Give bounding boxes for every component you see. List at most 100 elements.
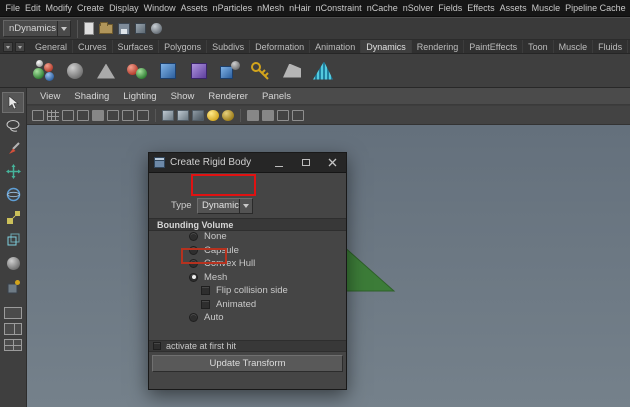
shelf-tab-surfaces[interactable]: Surfaces [113, 40, 160, 53]
panel-menu-shading[interactable]: Shading [67, 91, 116, 102]
film-gate-icon[interactable] [62, 109, 74, 121]
menu-set-dropdown[interactable]: nDynamics [3, 20, 71, 37]
soft-wedge-icon[interactable] [94, 59, 118, 83]
dialog-titlebar[interactable]: Create Rigid Body [149, 153, 346, 173]
panel-menu-panels[interactable]: Panels [255, 91, 298, 102]
select-tool-icon[interactable] [2, 92, 24, 113]
xray-icon[interactable] [277, 109, 289, 121]
checkbox-option-flip-collision-side[interactable]: Flip collision side [149, 284, 346, 298]
shelf-tab-curves[interactable]: Curves [73, 40, 113, 53]
single-pane-layout-icon[interactable] [4, 307, 22, 319]
menu-window[interactable]: Window [141, 3, 178, 13]
animated-checkbox[interactable] [201, 299, 210, 309]
type-dropdown[interactable]: Dynamic [197, 198, 253, 214]
minimize-button[interactable] [265, 153, 292, 173]
shelf-tab-rendering[interactable]: Rendering [412, 40, 465, 53]
open-scene-icon[interactable] [99, 21, 113, 34]
chevron-down-icon[interactable] [239, 199, 252, 213]
new-scene-icon[interactable] [84, 22, 94, 35]
paint-select-tool-icon[interactable] [2, 138, 24, 159]
safe-action-icon[interactable] [122, 109, 134, 121]
select-camera-icon[interactable] [32, 109, 44, 121]
activate-at-first-hit-checkbox[interactable] [153, 342, 161, 350]
shelf-tab-muscle[interactable]: Muscle [554, 40, 594, 53]
show-manipulator-icon[interactable] [2, 276, 24, 297]
selection-sphere-icon[interactable] [151, 23, 162, 34]
lasso-tool-icon[interactable] [2, 115, 24, 136]
save-scene-icon[interactable] [118, 22, 130, 35]
grid-icon[interactable] [47, 109, 59, 121]
panel-menu-view[interactable]: View [33, 91, 67, 102]
soft-mod-tool-icon[interactable] [2, 253, 24, 274]
panel-menu-show[interactable]: Show [164, 91, 202, 102]
shaded-icon[interactable] [177, 109, 189, 121]
shadows-icon[interactable] [222, 109, 234, 121]
menu-nhair[interactable]: nHair [287, 3, 314, 13]
chevron-down-icon[interactable] [57, 21, 70, 36]
menu-file[interactable]: File [3, 3, 23, 13]
two-pane-layout-icon[interactable] [4, 323, 22, 335]
colored-spheres-icon[interactable] [32, 59, 56, 83]
gray-prism-icon[interactable] [280, 59, 304, 83]
shelf-tab-polygons[interactable]: Polygons [159, 40, 208, 53]
shelf-tab-animation[interactable]: Animation [310, 40, 362, 53]
rotate-tool-icon[interactable] [2, 184, 24, 205]
shelf-tab-painteffects[interactable]: PaintEffects [464, 40, 524, 53]
field-chart-icon[interactable] [107, 109, 119, 121]
radio-option-convex-hull[interactable]: Convex Hull [149, 257, 346, 271]
update-transform-button[interactable]: Update Transform [152, 355, 343, 372]
menu-ncache[interactable]: nCache [364, 3, 400, 13]
menu-nparticles[interactable]: nParticles [210, 3, 255, 13]
panel-menu-renderer[interactable]: Renderer [201, 91, 255, 102]
shelf-tab-menu-icon[interactable] [3, 42, 13, 52]
radio-option-mesh[interactable]: Mesh [149, 271, 346, 285]
shelf-tab-dynamics[interactable]: Dynamics [361, 40, 412, 53]
panel-menu-lighting[interactable]: Lighting [116, 91, 163, 102]
universal-manipulator-icon[interactable] [2, 230, 24, 251]
radio-auto[interactable] [189, 313, 198, 323]
selection-cube-icon[interactable] [135, 23, 146, 34]
ssao-icon[interactable] [247, 109, 259, 121]
shelf-tab-toon[interactable]: Toon [523, 40, 554, 53]
shelf-options-icon[interactable] [15, 42, 25, 52]
menu-muscle[interactable]: Muscle [529, 3, 563, 13]
gold-key-icon[interactable] [249, 59, 273, 83]
striped-logo-icon[interactable] [311, 59, 335, 83]
menu-assets-2[interactable]: Assets [497, 3, 529, 13]
menu-assets[interactable]: Assets [178, 3, 210, 13]
menu-fields[interactable]: Fields [436, 3, 465, 13]
scale-tool-icon[interactable] [2, 207, 24, 228]
menu-pipeline-cache[interactable]: Pipeline Cache [563, 3, 629, 13]
menu-effects[interactable]: Effects [465, 3, 497, 13]
motion-blur-icon[interactable] [262, 109, 274, 121]
radio-option-capsule[interactable]: Capsule [149, 244, 346, 258]
maximize-button[interactable] [292, 153, 319, 173]
shelf-tab-deformation[interactable]: Deformation [250, 40, 311, 53]
green-cone-object[interactable] [340, 245, 400, 293]
menu-modify[interactable]: Modify [43, 3, 75, 13]
shelf-tab-fluids[interactable]: Fluids [593, 40, 629, 53]
close-button[interactable] [319, 153, 346, 173]
menu-nconstraint[interactable]: nConstraint [313, 3, 364, 13]
gray-sphere-icon[interactable] [63, 59, 87, 83]
menu-nsolver[interactable]: nSolver [400, 3, 436, 13]
radio-option-auto[interactable]: Auto [149, 311, 346, 325]
move-tool-icon[interactable] [2, 161, 24, 182]
activate-at-first-hit-row[interactable]: activate at first hit [149, 340, 346, 352]
isolate-select-icon[interactable] [292, 109, 304, 121]
radio-option-none[interactable]: None [149, 230, 346, 244]
blue-cube-icon[interactable] [156, 59, 180, 83]
resolution-gate-icon[interactable] [77, 109, 89, 121]
radio-mesh[interactable] [189, 272, 198, 282]
lights-icon[interactable] [207, 109, 219, 121]
checkbox-option-animated[interactable]: Animated [149, 298, 346, 312]
four-pane-layout-icon[interactable] [4, 339, 22, 351]
radio-convex-hull[interactable] [189, 259, 198, 269]
two-spheres-icon[interactable] [125, 59, 149, 83]
cube-with-sphere-icon[interactable] [218, 59, 242, 83]
shelf-tab-general[interactable]: General [30, 40, 74, 53]
menu-edit[interactable]: Edit [23, 3, 44, 13]
safe-title-icon[interactable] [137, 109, 149, 121]
purple-cube-icon[interactable] [187, 59, 211, 83]
menu-create[interactable]: Create [75, 3, 107, 13]
